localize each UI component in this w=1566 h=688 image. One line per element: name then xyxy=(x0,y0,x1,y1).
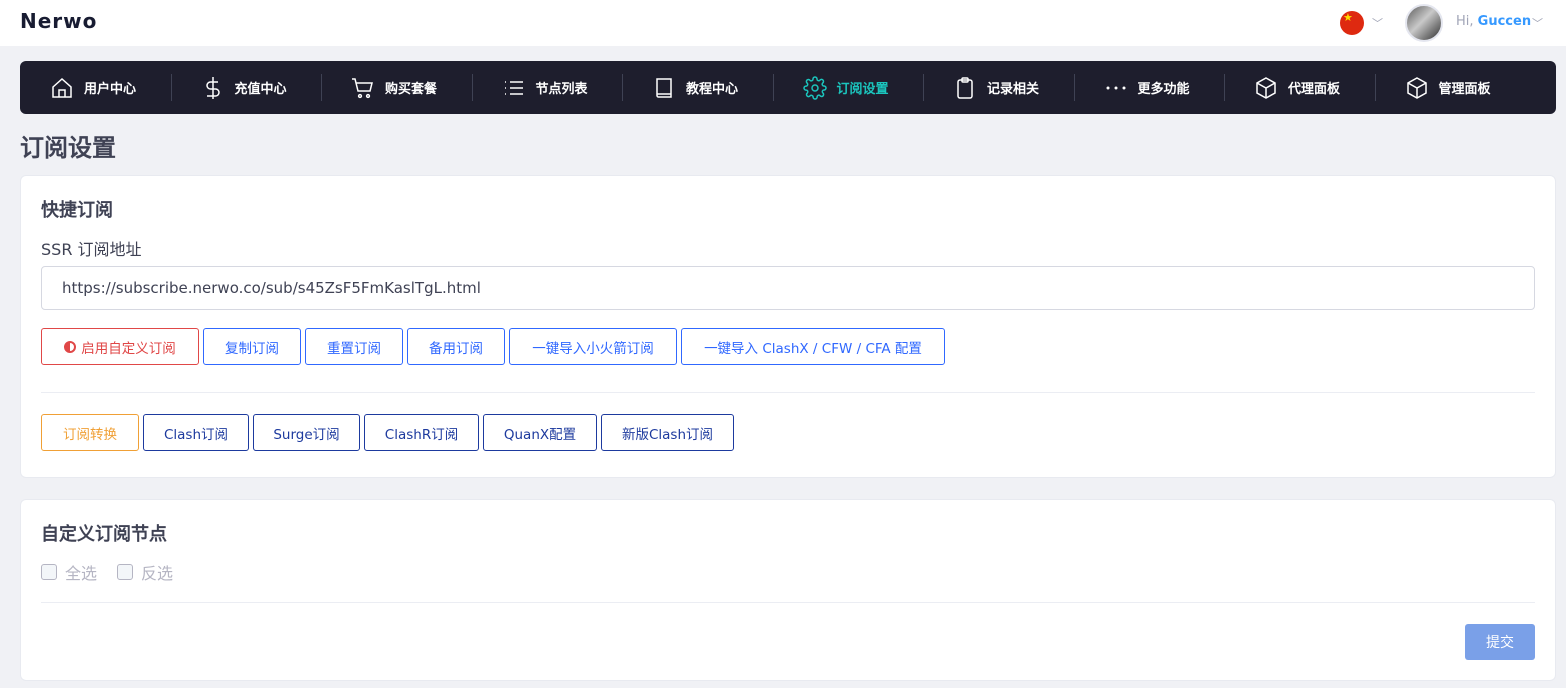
nav-item-user-center[interactable]: 用户中心 xyxy=(20,61,171,114)
checkbox-label: 反选 xyxy=(141,564,174,583)
cube-icon xyxy=(1406,76,1427,99)
subscription-actions: 启用自定义订阅 复制订阅 重置订阅 备用订阅 一键导入小火箭订阅 一键导入 Cl… xyxy=(41,328,945,365)
surge-subscription-button[interactable]: Surge订阅 xyxy=(253,414,360,451)
selection-controls: 全选 反选 xyxy=(41,560,173,584)
divider xyxy=(41,602,1535,603)
invert-selection-checkbox[interactable]: 反选 xyxy=(117,560,173,584)
nav-item-nodes[interactable]: 节点列表 xyxy=(471,61,623,114)
ssr-url-input[interactable] xyxy=(41,266,1535,310)
nav-label: 代理面板 xyxy=(1288,82,1341,97)
avatar[interactable] xyxy=(1405,4,1443,42)
china-flag-icon[interactable]: ★ xyxy=(1340,11,1364,35)
nav-label: 充值中心 xyxy=(234,82,287,97)
nav-label: 购买套餐 xyxy=(385,82,438,97)
nav-item-tutorial[interactable]: 教程中心 xyxy=(622,61,773,114)
checkbox-label: 全选 xyxy=(65,564,98,583)
select-all-checkbox[interactable]: 全选 xyxy=(41,560,97,584)
nav-label: 用户中心 xyxy=(84,82,137,97)
more-icon xyxy=(1106,86,1125,89)
checkbox-box[interactable] xyxy=(117,564,134,580)
book-icon xyxy=(656,77,672,98)
button-label: 启用自定义订阅 xyxy=(81,340,176,357)
submit-button[interactable]: 提交 xyxy=(1465,624,1535,660)
greeting-prefix: Hi, xyxy=(1456,14,1474,29)
nav-label: 教程中心 xyxy=(686,82,739,97)
cart-icon xyxy=(352,77,373,98)
enable-custom-subscription-button[interactable]: 启用自定义订阅 xyxy=(41,328,199,365)
main-nav: 用户中心 充值中心 购买套餐 节点列表 教程中心 订阅设置 记录相关 更多功能 … xyxy=(20,61,1556,114)
copy-subscription-button[interactable]: 复制订阅 xyxy=(203,328,301,365)
new-clash-subscription-button[interactable]: 新版Clash订阅 xyxy=(601,414,734,451)
ssr-url-label: SSR 订阅地址 xyxy=(41,240,142,259)
clipboard-icon xyxy=(957,76,973,99)
user-chevron-down-icon[interactable]: ﹀ xyxy=(1532,15,1543,31)
import-shadowrocket-button[interactable]: 一键导入小火箭订阅 xyxy=(509,328,677,365)
clashr-subscription-button[interactable]: ClashR订阅 xyxy=(364,414,479,451)
page-title: 订阅设置 xyxy=(20,134,116,162)
card-title: 自定义订阅节点 xyxy=(41,524,167,545)
nav-item-subscription-settings[interactable]: 订阅设置 xyxy=(772,61,924,114)
nav-label: 管理面板 xyxy=(1438,82,1491,97)
quanx-config-button[interactable]: QuanX配置 xyxy=(483,414,597,451)
nav-label: 节点列表 xyxy=(535,82,588,97)
top-bar: Nerwo ★ ﹀ Hi, Guccen ﹀ xyxy=(0,0,1566,46)
home-icon xyxy=(52,77,72,98)
quick-subscription-card: 快捷订阅 SSR 订阅地址 启用自定义订阅 复制订阅 重置订阅 备用订阅 一键导… xyxy=(20,175,1556,478)
user-name: Guccen xyxy=(1477,14,1532,29)
divider xyxy=(41,392,1535,393)
nav-label: 更多功能 xyxy=(1137,82,1190,97)
conversion-actions: 订阅转换 Clash订阅 Surge订阅 ClashR订阅 QuanX配置 新版… xyxy=(41,414,734,451)
nav-item-shop[interactable]: 购买套餐 xyxy=(321,61,472,114)
nav-item-more[interactable]: 更多功能 xyxy=(1073,61,1225,114)
custom-nodes-card: 自定义订阅节点 全选 反选 提交 xyxy=(20,499,1556,681)
subscription-convert-button[interactable]: 订阅转换 xyxy=(41,414,139,451)
nav-label: 订阅设置 xyxy=(836,82,889,97)
list-icon xyxy=(504,80,523,95)
nav-item-records[interactable]: 记录相关 xyxy=(923,61,1074,114)
checkbox-box[interactable] xyxy=(41,564,57,580)
clash-subscription-button[interactable]: Clash订阅 xyxy=(143,414,249,451)
reset-subscription-button[interactable]: 重置订阅 xyxy=(305,328,403,365)
brand-logo[interactable]: Nerwo xyxy=(20,9,97,33)
cube-icon xyxy=(1256,76,1276,99)
gear-icon xyxy=(802,75,827,100)
half-circle-icon xyxy=(64,340,77,353)
nav-item-admin-panel[interactable]: 管理面板 xyxy=(1374,61,1526,114)
user-greeting[interactable]: Hi, Guccen xyxy=(1456,14,1531,29)
nav-item-recharge[interactable]: 充值中心 xyxy=(170,61,322,114)
language-chevron-down-icon[interactable]: ﹀ xyxy=(1372,15,1383,31)
import-clash-config-button[interactable]: 一键导入 ClashX / CFW / CFA 配置 xyxy=(681,328,945,365)
backup-subscription-button[interactable]: 备用订阅 xyxy=(407,328,505,365)
dollar-icon xyxy=(205,76,220,99)
nav-item-proxy-panel[interactable]: 代理面板 xyxy=(1224,61,1375,114)
nav-label: 记录相关 xyxy=(987,82,1040,97)
card-title: 快捷订阅 xyxy=(41,200,113,221)
